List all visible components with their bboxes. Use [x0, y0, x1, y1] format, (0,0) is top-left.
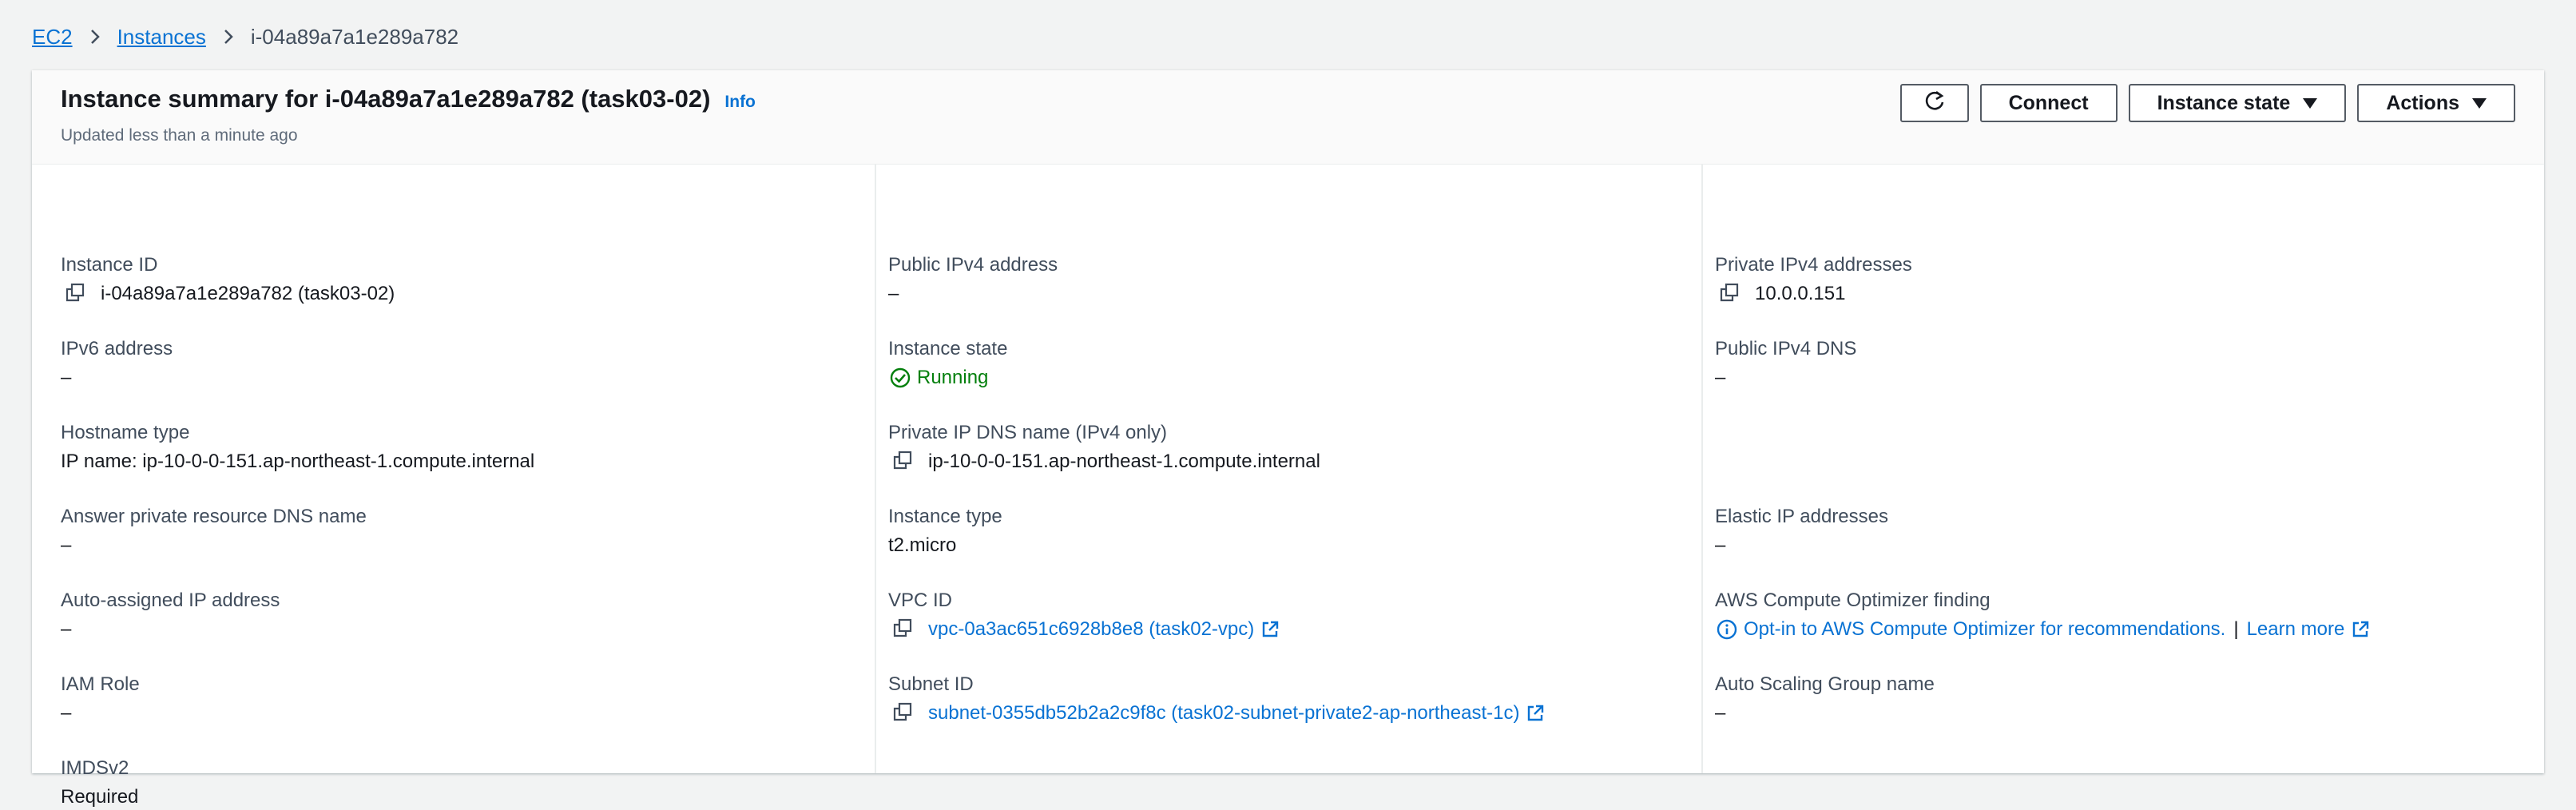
connect-button[interactable]: Connect: [1979, 84, 2118, 122]
field-asg-name: Auto Scaling Group name –: [1715, 672, 1935, 726]
instance-summary-panel: Instance summary for i-04a89a7a1e289a782…: [32, 70, 2544, 808]
field-instance-state: Instance state Running: [888, 336, 1007, 391]
instance-id-value: i-04a89a7a1e289a782 (task03-02): [101, 283, 395, 304]
private-dns-value: ip-10-0-0-151.ap-northeast-1.compute.int…: [928, 451, 1320, 472]
field-ipv6: IPv6 address –: [61, 336, 173, 391]
actions-label: Actions: [2386, 91, 2459, 114]
public-dns-value: –: [1715, 367, 1726, 388]
breadcrumb-current: i-04a89a7a1e289a782: [250, 25, 459, 49]
field-label: Hostname type: [61, 422, 190, 443]
field-hostname-type: Hostname type IP name: ip-10-0-0-151.ap-…: [61, 420, 534, 474]
details-column-1: Instance ID i-04a89a7a1e289a782 (task03-…: [32, 165, 875, 808]
private-ipv4-value: 10.0.0.151: [1755, 283, 1846, 304]
field-elastic-ip: Elastic IP addresses –: [1715, 504, 1888, 558]
caret-down-icon: [2303, 97, 2318, 109]
copy-icon[interactable]: [893, 451, 917, 473]
field-label: Instance type: [888, 506, 1002, 527]
field-label: Private IP DNS name (IPv4 only): [888, 422, 1168, 443]
copy-icon[interactable]: [893, 702, 917, 725]
field-value: ip-10-0-0-151.ap-northeast-1.compute.int…: [888, 449, 1320, 474]
breadcrumb-ec2[interactable]: EC2: [32, 21, 73, 53]
external-link-icon[interactable]: [1260, 620, 1280, 639]
field-subnet-id: Subnet ID subnet-0355db52b2a2c9f8c (task…: [888, 672, 1545, 726]
field-imdsv2: IMDSv2 Required: [61, 756, 138, 810]
actions-button[interactable]: Actions: [2357, 84, 2515, 122]
field-label: IMDSv2: [61, 757, 129, 779]
field-label: AWS Compute Optimizer finding: [1715, 590, 1991, 611]
field-label: Answer private resource DNS name: [61, 506, 367, 527]
separator: |: [2233, 618, 2239, 640]
field-label: Instance state: [888, 338, 1008, 359]
field-auto-ip: Auto-assigned IP address –: [61, 588, 280, 642]
external-link-icon[interactable]: [1526, 704, 1545, 723]
info-circle-icon: [1717, 619, 1737, 640]
ipv6-value: –: [61, 367, 72, 388]
breadcrumb-instances[interactable]: Instances: [117, 21, 206, 53]
chevron-right-icon: [90, 21, 100, 53]
field-answer-dns: Answer private resource DNS name –: [61, 504, 367, 558]
field-private-dns: Private IP DNS name (IPv4 only) ip-10-0-…: [888, 420, 1320, 474]
field-private-ipv4: Private IPv4 addresses 10.0.0.151: [1715, 252, 1912, 307]
field-label: IAM Role: [61, 673, 140, 695]
field-label: Elastic IP addresses: [1715, 506, 1888, 527]
elastic-ip-value: –: [1715, 534, 1726, 556]
optimizer-opt-in-link[interactable]: Opt-in to AWS Compute Optimizer for reco…: [1744, 617, 2225, 642]
iam-role-value: –: [61, 702, 72, 724]
field-label: Public IPv4 DNS: [1715, 338, 1857, 359]
public-ipv4-value: –: [888, 283, 899, 304]
field-value: i-04a89a7a1e289a782 (task03-02): [61, 281, 395, 307]
instance-state-value: Running: [917, 367, 989, 388]
panel-header: Instance summary for i-04a89a7a1e289a782…: [32, 70, 2544, 165]
field-label: Auto Scaling Group name: [1715, 673, 1935, 695]
field-iam-role: IAM Role –: [61, 672, 140, 726]
check-circle-icon: [890, 367, 911, 388]
details-grid: Instance ID i-04a89a7a1e289a782 (task03-…: [32, 165, 2544, 808]
breadcrumb: EC2 Instances i-04a89a7a1e289a782: [32, 21, 458, 53]
header-actions: Connect Instance state Actions: [1899, 84, 2515, 122]
instance-state-label: Instance state: [2157, 91, 2291, 114]
copy-icon[interactable]: [65, 283, 89, 305]
field-label: IPv6 address: [61, 338, 173, 359]
caret-down-icon: [2472, 97, 2487, 109]
field-label: Subnet ID: [888, 673, 974, 695]
instance-type-value: t2.micro: [888, 534, 957, 556]
last-updated-text: Updated less than a minute ago: [61, 126, 298, 145]
learn-more-link[interactable]: Learn more: [2247, 617, 2345, 642]
field-optimizer: AWS Compute Optimizer finding Opt-in to …: [1715, 588, 2370, 642]
subnet-id-link[interactable]: subnet-0355db52b2a2c9f8c (task02-subnet-…: [928, 701, 1519, 726]
refresh-icon: [1923, 89, 1946, 117]
field-label: Public IPv4 address: [888, 254, 1058, 276]
instance-state-button[interactable]: Instance state: [2128, 84, 2347, 122]
asg-name-value: –: [1715, 702, 1726, 724]
field-public-dns: Public IPv4 DNS –: [1715, 336, 1856, 391]
chevron-right-icon: [224, 21, 233, 53]
field-value: Opt-in to AWS Compute Optimizer for reco…: [1715, 617, 2370, 642]
connect-label: Connect: [2008, 91, 2089, 114]
details-column-3: Private IPv4 addresses 10.0.0.151 Public…: [1701, 165, 2544, 773]
field-value: subnet-0355db52b2a2c9f8c (task02-subnet-…: [888, 701, 1545, 726]
copy-icon[interactable]: [893, 618, 917, 641]
field-label: Private IPv4 addresses: [1715, 254, 1912, 276]
imdsv2-value: Required: [61, 786, 139, 808]
field-label: Instance ID: [61, 254, 158, 276]
field-value: 10.0.0.151: [1715, 281, 1912, 307]
field-instance-type: Instance type t2.micro: [888, 504, 1002, 558]
refresh-button[interactable]: [1899, 84, 1969, 122]
field-label: Auto-assigned IP address: [61, 590, 280, 611]
external-link-icon[interactable]: [2351, 620, 2370, 639]
details-column-2: Public IPv4 address – Instance state Run…: [875, 165, 1701, 773]
answer-dns-value: –: [61, 534, 72, 556]
auto-ip-value: –: [61, 618, 72, 640]
hostname-type-value: IP name: ip-10-0-0-151.ap-northeast-1.co…: [61, 451, 535, 472]
field-vpc-id: VPC ID vpc-0a3ac651c6928b8e8 (task02-vpc…: [888, 588, 1280, 642]
vpc-id-link[interactable]: vpc-0a3ac651c6928b8e8 (task02-vpc): [928, 617, 1254, 642]
page-title: Instance summary for i-04a89a7a1e289a782…: [61, 85, 711, 113]
status-badge: Running: [888, 365, 1007, 391]
field-public-ipv4: Public IPv4 address –: [888, 252, 1058, 307]
field-value: vpc-0a3ac651c6928b8e8 (task02-vpc): [888, 617, 1280, 642]
field-label: VPC ID: [888, 590, 953, 611]
info-link[interactable]: Info: [724, 93, 755, 112]
field-instance-id: Instance ID i-04a89a7a1e289a782 (task03-…: [61, 252, 395, 307]
copy-icon[interactable]: [1720, 283, 1744, 305]
